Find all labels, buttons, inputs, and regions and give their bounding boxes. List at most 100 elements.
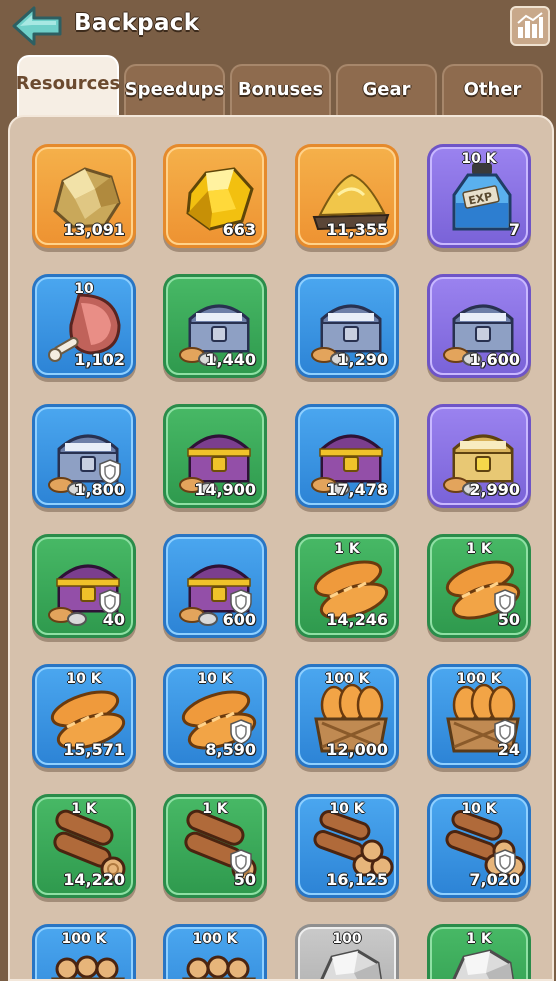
inventory-item[interactable]: 17,478 (295, 404, 399, 508)
item-amount-badge: 1 K (202, 801, 228, 817)
item-amount-badge: 1 K (334, 541, 360, 557)
item-frame: 1 K 14,220 (35, 797, 133, 895)
item-count: 2,990 (469, 480, 520, 499)
header-bar: Backpack (0, 0, 556, 56)
inventory-item[interactable]: 100 K (32, 924, 136, 979)
item-frame: 2,990 (430, 407, 528, 505)
inventory-item[interactable]: 10 K 16,125 (295, 794, 399, 898)
inventory-item[interactable]: 2,990 (427, 404, 531, 508)
inventory-item[interactable]: 1,290 (295, 274, 399, 378)
item-frame: 1 K (430, 927, 528, 979)
item-count: 14,900 (194, 480, 256, 499)
tab-label: Speedups (124, 79, 225, 100)
item-frame: 10 1,102 (35, 277, 133, 375)
inventory-item[interactable]: 11,355 (295, 144, 399, 248)
inventory-item[interactable]: 1 K 14,220 (32, 794, 136, 898)
item-amount-badge: 100 (332, 931, 362, 947)
inventory-item[interactable]: 1 K (427, 924, 531, 979)
item-amount-badge: 10 K (66, 671, 102, 687)
inventory-item[interactable]: 100 K 12,000 (295, 664, 399, 768)
inventory-item[interactable]: EXP 10 K7 (427, 144, 531, 248)
inventory-item[interactable]: 10 K 15,571 (32, 664, 136, 768)
inventory-item[interactable]: 10 1,102 (32, 274, 136, 378)
item-count: 24 (497, 740, 520, 759)
item-frame: 1,600 (430, 277, 528, 375)
item-count: 50 (233, 870, 256, 889)
tab-bonuses[interactable]: Bonuses (230, 64, 331, 120)
item-frame: 600 (166, 537, 264, 635)
item-frame: 100 K (35, 927, 133, 979)
item-amount-badge: 100 K (61, 931, 107, 947)
item-panel: 13,091 663 11,355 EXP 10 K7 10 1,102 1,440… (8, 115, 554, 981)
back-arrow-icon (12, 6, 62, 46)
item-count: 11,355 (326, 220, 388, 239)
item-frame: EXP 10 K7 (430, 147, 528, 245)
back-button[interactable] (10, 4, 66, 48)
item-frame: 10 K 16,125 (298, 797, 396, 895)
item-count: 16,125 (326, 870, 388, 889)
item-count: 8,590 (205, 740, 256, 759)
item-count: 40 (102, 610, 125, 629)
chart-icon (517, 12, 543, 38)
inventory-item[interactable]: 663 (163, 144, 267, 248)
item-amount-badge: 10 K (329, 801, 365, 817)
inventory-item[interactable]: 1,440 (163, 274, 267, 378)
item-count: 15,571 (63, 740, 125, 759)
tab-bar: Resources Speedups Bonuses Gear Other (0, 55, 556, 121)
item-frame: 1,290 (298, 277, 396, 375)
item-frame: 663 (166, 147, 264, 245)
item-count: 50 (497, 610, 520, 629)
item-count: 1,800 (74, 480, 125, 499)
inventory-item[interactable]: 10 K 8,590 (163, 664, 267, 768)
item-count: 1,290 (337, 350, 388, 369)
item-frame: 1 K 50 (430, 537, 528, 635)
tab-label: Gear (362, 79, 411, 100)
item-amount-badge: 10 K (197, 671, 233, 687)
item-amount-badge: 10 K (461, 801, 497, 817)
item-count: 1,102 (74, 350, 125, 369)
inventory-item[interactable]: 13,091 (32, 144, 136, 248)
item-count: 12,000 (326, 740, 388, 759)
item-count: 1,440 (205, 350, 256, 369)
inventory-item[interactable]: 10 K 7,020 (427, 794, 531, 898)
stats-button[interactable] (510, 6, 550, 46)
tab-resources[interactable]: Resources (15, 55, 121, 121)
inventory-item[interactable]: 1 K 50 (163, 794, 267, 898)
item-amount-badge: 100 K (324, 671, 370, 687)
item-frame: 1,800 (35, 407, 133, 505)
item-frame: 1 K 50 (166, 797, 264, 895)
item-frame: 14,900 (166, 407, 264, 505)
item-frame: 1,440 (166, 277, 264, 375)
item-frame: 1 K 14,246 (298, 537, 396, 635)
item-count: 7 (508, 220, 520, 239)
item-frame: 100 K 12,000 (298, 667, 396, 765)
inventory-item[interactable]: 100 K (163, 924, 267, 979)
inventory-item[interactable]: 100 (295, 924, 399, 979)
tab-other[interactable]: Other (442, 64, 543, 120)
inventory-item[interactable]: 100 K 24 (427, 664, 531, 768)
inventory-item[interactable]: 1 K 50 (427, 534, 531, 638)
page-title: Backpack (74, 10, 200, 36)
item-count: 600 (222, 610, 256, 629)
inventory-item[interactable]: 1,800 (32, 404, 136, 508)
item-frame: 10 K 8,590 (166, 667, 264, 765)
item-amount-badge: 1 K (466, 541, 492, 557)
tab-label: Resources (15, 73, 121, 94)
inventory-item[interactable]: 40 (32, 534, 136, 638)
item-frame: 11,355 (298, 147, 396, 245)
tab-label: Other (463, 79, 522, 100)
item-count: 14,220 (63, 870, 125, 889)
inventory-item[interactable]: 14,900 (163, 404, 267, 508)
item-amount-badge: 100 K (456, 671, 502, 687)
inventory-item[interactable]: 600 (163, 534, 267, 638)
item-grid: 13,091 663 11,355 EXP 10 K7 10 1,102 1,440… (10, 117, 552, 979)
tab-gear[interactable]: Gear (336, 64, 437, 120)
inventory-item[interactable]: 1 K 14,246 (295, 534, 399, 638)
item-frame: 10 K 7,020 (430, 797, 528, 895)
item-count: 663 (222, 220, 256, 239)
item-frame: 10 K 15,571 (35, 667, 133, 765)
item-count: 1,600 (469, 350, 520, 369)
tab-speedups[interactable]: Speedups (124, 64, 225, 120)
inventory-item[interactable]: 1,600 (427, 274, 531, 378)
item-count: 7,020 (469, 870, 520, 889)
